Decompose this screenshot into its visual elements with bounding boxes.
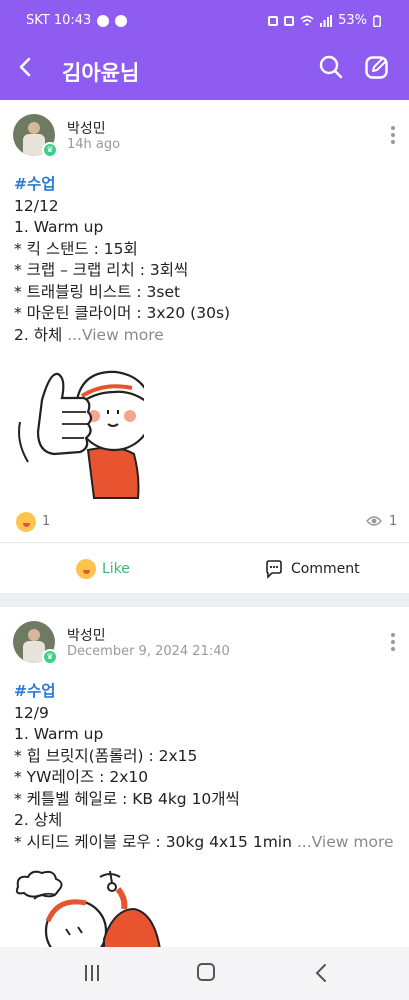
recent-apps-icon[interactable] — [83, 965, 101, 981]
post-line: 1. Warm up — [14, 218, 104, 236]
search-icon[interactable] — [318, 54, 344, 80]
exercise-sticker — [15, 870, 161, 947]
messenger-notification-icon — [97, 14, 110, 27]
post-time: 14h ago — [67, 137, 121, 152]
comment-label: Comment — [291, 561, 360, 577]
title-bar: 김아윤님 — [0, 42, 409, 98]
edit-icon[interactable] — [364, 54, 390, 80]
reaction-count: 1 — [42, 514, 51, 529]
post-author[interactable]: 박성민 — [67, 118, 106, 138]
post-time: December 9, 2024 21:40 — [67, 644, 230, 659]
comment-icon — [266, 560, 282, 579]
view-more-link[interactable]: ...View more — [67, 326, 164, 344]
view-more-link[interactable]: ...View more — [297, 833, 394, 851]
chevron-left-icon[interactable] — [14, 54, 38, 80]
home-icon[interactable] — [197, 963, 215, 981]
post-card: ♛ 박성민 14h ago #수업 12/12 1. Warm up * 킥 스… — [0, 100, 409, 593]
smile-emoji-icon — [16, 512, 36, 532]
post-body[interactable]: #수업 12/9 1. Warm up * 힙 브릿지(폼롤러) : 2x15 … — [14, 681, 399, 853]
post-line: 1. Warm up — [14, 725, 104, 743]
post-line: 12/12 — [14, 196, 59, 215]
app-bar: SKT 10:43 53% 김아윤님 — [0, 0, 409, 100]
back-nav-icon[interactable] — [314, 963, 328, 983]
post-author[interactable]: 박성민 — [67, 625, 106, 645]
view-count: 1 — [389, 514, 398, 529]
post-actions: Like Comment — [0, 543, 409, 593]
system-nav-bar — [0, 947, 409, 1000]
page-title: 김아윤님 — [62, 61, 140, 85]
post-line: * 시티드 케이블 로우 : 30kg 4x15 1min — [14, 832, 292, 851]
post-line: * 케틀벨 헤일로 : KB 4kg 10개씩 — [14, 789, 240, 808]
battery-percent: 53% — [338, 13, 367, 28]
post-line: 2. 하체 — [14, 325, 63, 344]
post-line: 2. 상체 — [14, 811, 63, 829]
crown-badge-icon: ♛ — [42, 649, 58, 665]
reaction-summary[interactable]: 1 1 — [16, 510, 398, 534]
post-card: ♛ 박성민 December 9, 2024 21:40 #수업 12/9 1.… — [0, 607, 409, 947]
eye-icon — [366, 516, 382, 526]
post-line: * 킥 스탠드 : 15회 — [14, 239, 138, 258]
signal-icon — [320, 14, 333, 27]
alarm-icon — [268, 15, 279, 26]
comment-button[interactable]: Comment — [264, 557, 360, 581]
post-line: * YW레이즈 : 2x10 — [14, 768, 149, 786]
post-tag[interactable]: #수업 — [14, 174, 399, 196]
more-options-icon[interactable] — [386, 633, 400, 651]
status-bar: SKT 10:43 53% — [0, 0, 409, 42]
post-line: * 트래블링 비스트 : 3set — [14, 282, 181, 301]
post-line: * 크랩 – 크랩 리치 : 3회씩 — [14, 261, 189, 279]
like-button[interactable]: Like — [76, 557, 130, 581]
post-line: 12/9 — [14, 703, 49, 722]
more-options-icon[interactable] — [386, 126, 400, 144]
like-label: Like — [102, 561, 130, 577]
crown-badge-icon: ♛ — [42, 142, 58, 158]
wifi-icon — [300, 15, 314, 26]
mute-icon — [284, 15, 295, 26]
thumbs-up-sticker — [18, 370, 144, 499]
status-carrier-time: SKT 10:43 — [26, 13, 92, 28]
smile-emoji-icon — [76, 559, 96, 579]
post-tag[interactable]: #수업 — [14, 681, 399, 703]
battery-icon — [373, 14, 381, 27]
post-line: * 힙 브릿지(폼롤러) : 2x15 — [14, 746, 198, 765]
post-line: * 마운틴 클라이머 : 3x20 (30s) — [14, 304, 231, 322]
post-body[interactable]: #수업 12/12 1. Warm up * 킥 스탠드 : 15회 * 크랩 … — [14, 174, 399, 346]
chat-notification-icon — [115, 14, 128, 27]
